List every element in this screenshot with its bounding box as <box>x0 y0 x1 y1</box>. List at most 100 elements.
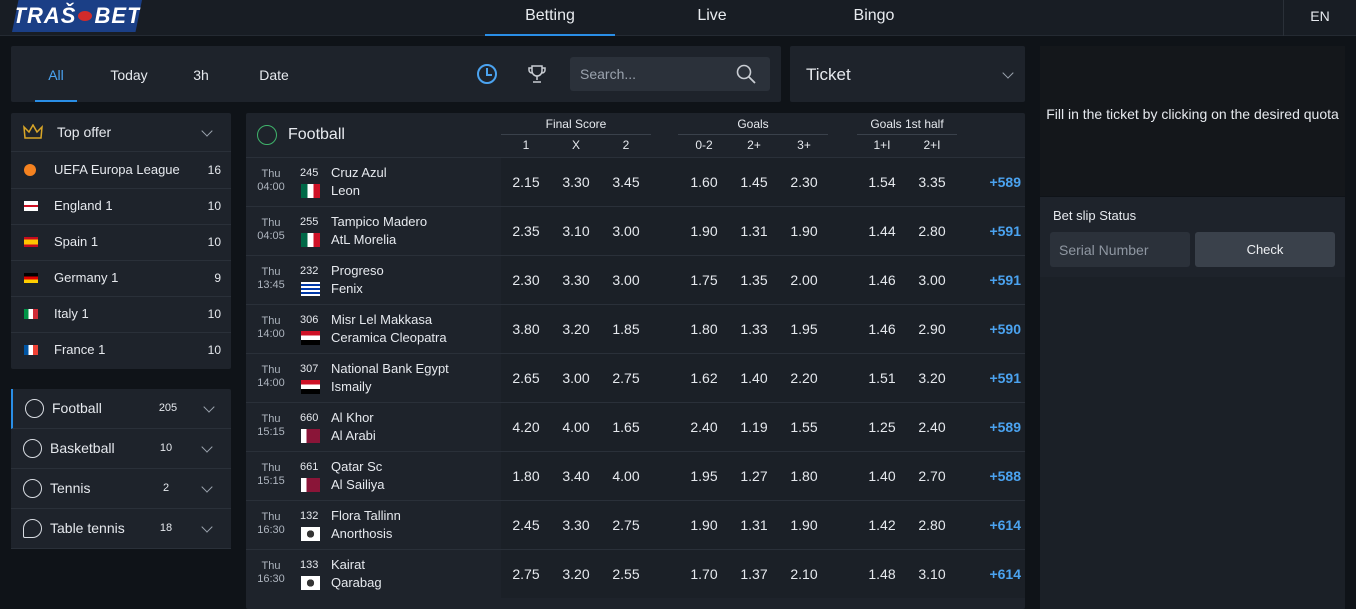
odd-button[interactable]: 3.30 <box>551 174 601 190</box>
odd-button[interactable]: 1.35 <box>729 272 779 288</box>
league-item[interactable]: Italy 1 10 <box>11 297 231 333</box>
filter-tab-3h[interactable]: 3h <box>183 46 219 102</box>
sport-item-football[interactable]: Football 205 <box>11 389 231 429</box>
sport-item-basketball[interactable]: Basketball 10 <box>11 429 231 469</box>
odd-button[interactable]: 3.45 <box>601 174 651 190</box>
league-item[interactable]: Germany 1 9 <box>11 261 231 297</box>
odd-button[interactable]: 2.55 <box>601 566 651 582</box>
odd-button[interactable]: 1.80 <box>679 321 729 337</box>
odd-button[interactable]: 2.75 <box>501 566 551 582</box>
sport-item-tennis[interactable]: Tennis 2 <box>11 469 231 509</box>
odd-button[interactable]: 4.00 <box>551 419 601 435</box>
more-markets-link[interactable]: +591 <box>971 370 1021 386</box>
match-row[interactable]: Thu 14:00 306 Misr Lel Makkasa Ceramica Cleo… <box>246 304 1025 353</box>
odd-button[interactable]: 1.40 <box>729 370 779 386</box>
filter-tab-date[interactable]: Date <box>249 46 299 102</box>
odd-button[interactable]: 1.31 <box>729 223 779 239</box>
odd-button[interactable]: 1.46 <box>857 272 907 288</box>
match-row[interactable]: Thu 14:00 307 National Bank Egypt Ismaily 2.6… <box>246 353 1025 402</box>
odd-button[interactable]: 1.51 <box>857 370 907 386</box>
odd-button[interactable]: 2.75 <box>601 370 651 386</box>
nav-tab-betting[interactable]: Betting <box>485 0 615 36</box>
odd-button[interactable]: 2.15 <box>501 174 551 190</box>
odd-button[interactable]: 3.00 <box>907 272 957 288</box>
odd-button[interactable]: 2.30 <box>501 272 551 288</box>
odd-button[interactable]: 1.42 <box>857 517 907 533</box>
odd-button[interactable]: 4.20 <box>501 419 551 435</box>
odd-button[interactable]: 1.33 <box>729 321 779 337</box>
odd-button[interactable]: 2.00 <box>779 272 829 288</box>
more-markets-link[interactable]: +589 <box>971 419 1021 435</box>
odd-button[interactable]: 4.00 <box>601 468 651 484</box>
odd-button[interactable]: 1.55 <box>779 419 829 435</box>
odd-button[interactable]: 2.35 <box>501 223 551 239</box>
odd-button[interactable]: 1.31 <box>729 517 779 533</box>
match-row[interactable]: Thu 16:30 133 Kairat Qarabag 2.75 3.20 2.55 1.70… <box>246 549 1025 598</box>
search-icon[interactable] <box>736 64 756 84</box>
odd-button[interactable]: 3.80 <box>501 321 551 337</box>
more-markets-link[interactable]: +591 <box>971 223 1021 239</box>
odd-button[interactable]: 1.80 <box>779 468 829 484</box>
odd-button[interactable]: 3.30 <box>551 517 601 533</box>
clock-icon[interactable] <box>477 64 497 84</box>
match-row[interactable]: Thu 15:15 660 Al Khor Al Arabi 4.20 4.00 1.65 2.… <box>246 402 1025 451</box>
match-row[interactable]: Thu 16:30 132 Flora Tallinn Anorthosis 2.45 3.… <box>246 500 1025 549</box>
match-row[interactable]: Thu 15:15 661 Qatar Sc Al Sailiya 1.80 3.40 4.0… <box>246 451 1025 500</box>
odd-button[interactable]: 2.30 <box>779 174 829 190</box>
odd-button[interactable]: 2.75 <box>601 517 651 533</box>
league-item[interactable]: France 1 10 <box>11 333 231 369</box>
odd-button[interactable]: 3.20 <box>551 321 601 337</box>
more-markets-link[interactable]: +588 <box>971 468 1021 484</box>
league-item[interactable]: UEFA Europa League 16 <box>11 153 231 189</box>
odd-button[interactable]: 2.40 <box>907 419 957 435</box>
match-row[interactable]: Thu 13:45 232 Progreso Fenix 2.30 3.30 3.00 1.75… <box>246 255 1025 304</box>
odd-button[interactable]: 1.46 <box>857 321 907 337</box>
brand-logo[interactable]: TRA Š BET <box>12 0 142 32</box>
odd-button[interactable]: 3.20 <box>551 566 601 582</box>
more-markets-link[interactable]: +591 <box>971 272 1021 288</box>
odd-button[interactable]: 2.90 <box>907 321 957 337</box>
league-item[interactable]: England 1 10 <box>11 189 231 225</box>
odd-button[interactable]: 3.40 <box>551 468 601 484</box>
odd-button[interactable]: 1.90 <box>779 517 829 533</box>
filter-tab-all[interactable]: All <box>35 46 77 102</box>
odd-button[interactable]: 1.45 <box>729 174 779 190</box>
more-markets-link[interactable]: +589 <box>971 174 1021 190</box>
odd-button[interactable]: 1.37 <box>729 566 779 582</box>
more-markets-link[interactable]: +614 <box>971 517 1021 533</box>
odd-button[interactable]: 3.10 <box>907 566 957 582</box>
odd-button[interactable]: 2.70 <box>907 468 957 484</box>
odd-button[interactable]: 1.85 <box>601 321 651 337</box>
nav-tab-live[interactable]: Live <box>660 0 764 36</box>
league-item[interactable]: Spain 1 10 <box>11 225 231 261</box>
more-markets-link[interactable]: +590 <box>971 321 1021 337</box>
odd-button[interactable]: 1.65 <box>601 419 651 435</box>
odd-button[interactable]: 3.35 <box>907 174 957 190</box>
odd-button[interactable]: 2.20 <box>779 370 829 386</box>
odd-button[interactable]: 1.60 <box>679 174 729 190</box>
odd-button[interactable]: 1.54 <box>857 174 907 190</box>
odd-button[interactable]: 3.00 <box>601 223 651 239</box>
odd-button[interactable]: 1.40 <box>857 468 907 484</box>
odd-button[interactable]: 3.30 <box>551 272 601 288</box>
odd-button[interactable]: 3.10 <box>551 223 601 239</box>
odd-button[interactable]: 3.20 <box>907 370 957 386</box>
odd-button[interactable]: 1.90 <box>679 223 729 239</box>
search-box[interactable] <box>570 57 770 91</box>
odd-button[interactable]: 2.80 <box>907 517 957 533</box>
more-markets-link[interactable]: +614 <box>971 566 1021 582</box>
ticket-dropdown[interactable]: Ticket <box>790 46 1025 102</box>
odd-button[interactable]: 1.62 <box>679 370 729 386</box>
odd-button[interactable]: 1.90 <box>779 223 829 239</box>
match-row[interactable]: Thu 04:00 245 Cruz Azul Leon 2.15 3.30 3.45 1.60… <box>246 157 1025 206</box>
language-selector[interactable]: EN <box>1283 0 1356 36</box>
serial-number-input[interactable] <box>1050 232 1190 267</box>
odd-button[interactable]: 1.44 <box>857 223 907 239</box>
check-button[interactable]: Check <box>1195 232 1335 267</box>
odd-button[interactable]: 1.95 <box>679 468 729 484</box>
trophy-icon[interactable] <box>527 64 547 84</box>
odd-button[interactable]: 2.10 <box>779 566 829 582</box>
odd-button[interactable]: 1.70 <box>679 566 729 582</box>
odd-button[interactable]: 1.90 <box>679 517 729 533</box>
odd-button[interactable]: 2.40 <box>679 419 729 435</box>
